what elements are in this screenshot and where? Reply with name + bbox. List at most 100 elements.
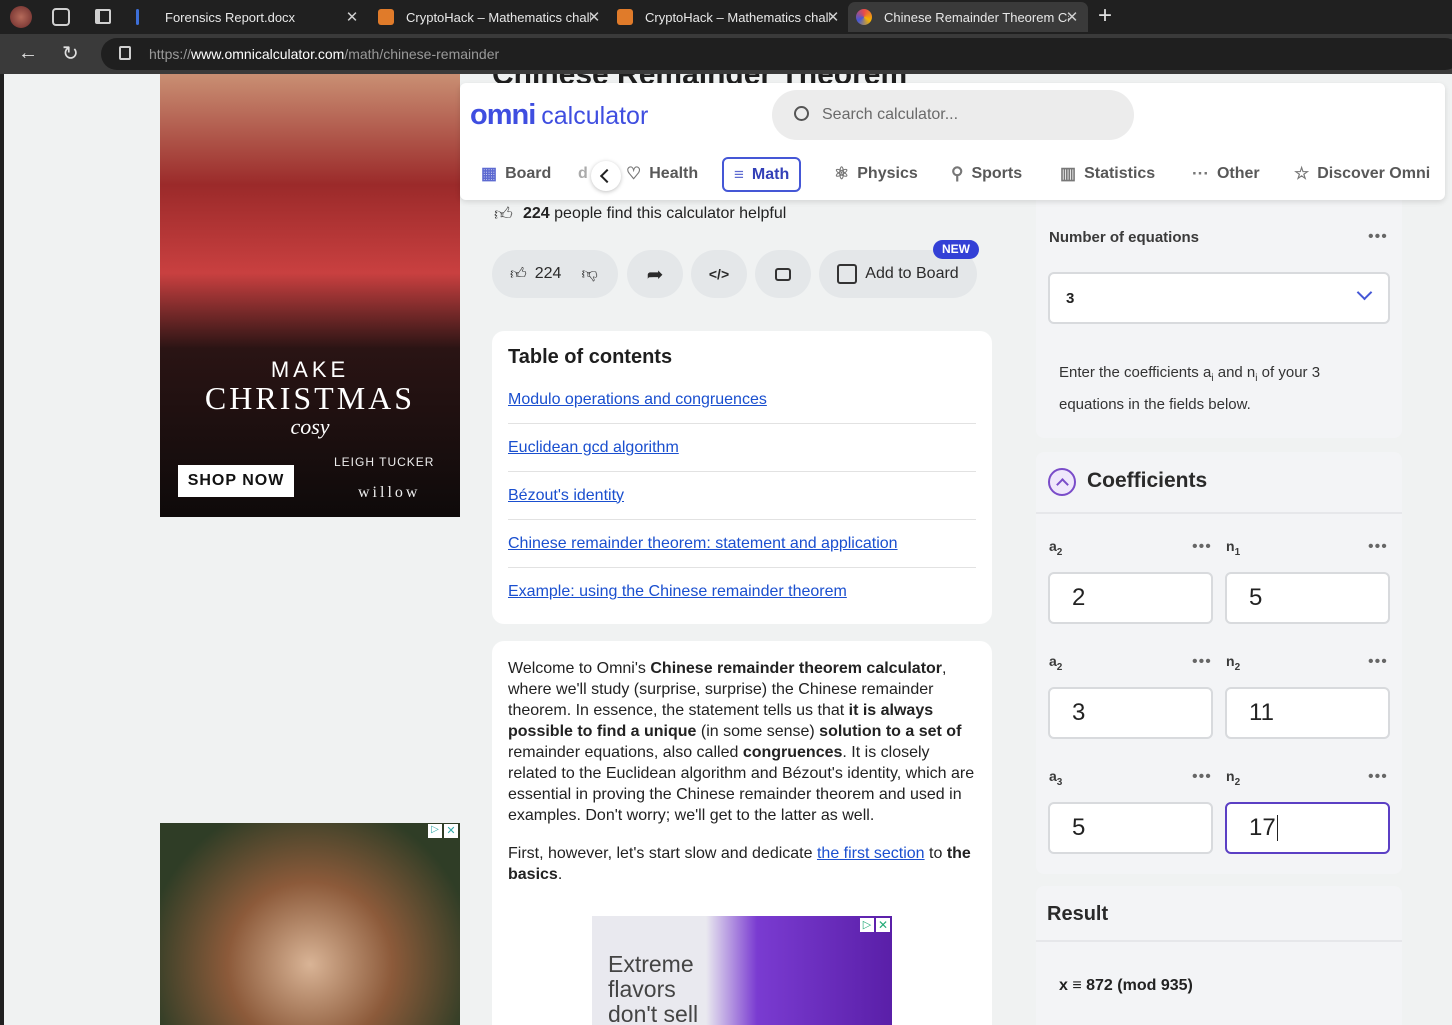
coefficients-card: Coefficients a2 ••• n1 ••• 2 5 a2 ••• n2… — [1036, 452, 1402, 874]
tab-chinese-remainder-active[interactable]: Chinese Remainder Theorem Calc ✕ — [848, 2, 1088, 32]
share-button[interactable]: ➦ — [627, 250, 683, 298]
share-icon: ➦ — [646, 263, 664, 286]
text: Enter the coefficients a — [1059, 364, 1212, 381]
profile-avatar[interactable] — [10, 6, 32, 28]
more-options-icon[interactable]: ••• — [1192, 768, 1212, 786]
toc-item: Chinese remainder theorem: statement and… — [508, 520, 976, 568]
ad-close-icon[interactable]: ✕ — [876, 918, 890, 932]
nav-label: Board — [505, 165, 552, 182]
workspaces-icon[interactable] — [52, 8, 70, 26]
nav-statistics[interactable]: ▥ Statistics — [1060, 156, 1155, 192]
nav-math[interactable]: ≡ Math — [722, 157, 802, 192]
n3-input[interactable]: 17 — [1225, 802, 1390, 854]
close-icon[interactable]: ✕ — [344, 8, 360, 26]
star-icon: ☆ — [1294, 164, 1310, 183]
toc-link-crt-statement[interactable]: Chinese remainder theorem: statement and… — [508, 535, 898, 553]
nav-discover-omni[interactable]: ☆ Discover Omni — [1294, 156, 1430, 192]
text: a — [1049, 768, 1057, 784]
thumbs-up-icon: 👍︎ — [494, 204, 513, 224]
browser-tab-bar: Forensics Report.docx ✕ CryptoHack – Mat… — [0, 0, 1452, 34]
divider — [1036, 940, 1402, 942]
nav-label: Physics — [857, 165, 918, 182]
field-value: 3 — [1072, 699, 1086, 726]
nav-sports[interactable]: ⚲ Sports — [951, 156, 1022, 192]
nav-label: Other — [1216, 165, 1260, 182]
bar-chart-icon: ▥ — [1060, 164, 1077, 183]
nav-board[interactable]: ▦ Board — [481, 156, 551, 192]
tab-cryptohack-1[interactable]: CryptoHack – Mathematics challe ✕ — [370, 2, 610, 32]
a3-input[interactable]: 5 — [1048, 802, 1213, 854]
cryptohack-favicon-icon — [617, 9, 633, 25]
vertical-tabs-icon[interactable] — [95, 9, 111, 24]
coefficients-title: Coefficients — [1087, 469, 1208, 492]
a2-input[interactable]: 3 — [1048, 687, 1213, 739]
like-button[interactable]: 👍︎ 224 — [510, 265, 561, 284]
text: 2 — [1056, 546, 1063, 558]
toc-link-example[interactable]: Example: using the Chinese remainder the… — [508, 583, 847, 601]
girl-ad[interactable]: ▷ ✕ — [160, 823, 460, 1025]
nav-partial-item[interactable]: d — [578, 156, 588, 192]
adchoices-icon[interactable]: ▷ — [860, 918, 874, 932]
comment-button[interactable] — [755, 250, 811, 298]
text: First, however, let's start slow and ded… — [508, 845, 817, 862]
more-options-icon[interactable]: ••• — [1192, 538, 1212, 556]
tab-label: CryptoHack – Mathematics challe — [645, 9, 830, 25]
more-options-icon[interactable]: ••• — [1368, 228, 1388, 246]
url-field[interactable]: https://www.omnicalculator.com/math/chin… — [101, 38, 1452, 70]
nav-label: Math — [751, 165, 790, 183]
toc-item: Bézout's identity — [508, 472, 976, 520]
toc-link-modulo[interactable]: Modulo operations and congruences — [508, 391, 767, 409]
more-options-icon[interactable]: ••• — [1368, 768, 1388, 786]
adchoices-icon[interactable]: ▷ — [428, 824, 442, 838]
a1-input[interactable]: 2 — [1048, 572, 1213, 624]
christmas-ad[interactable]: MAKE CHRISTMAS cosy SHOP NOW LEIGH TUCKE… — [160, 74, 460, 517]
text: and n — [1213, 364, 1256, 381]
search-input[interactable]: Search calculator... — [772, 90, 1134, 140]
tab-forensics-report[interactable]: Forensics Report.docx ✕ — [128, 2, 368, 32]
url-host: www.omnicalculator.com — [191, 46, 345, 62]
nav-physics[interactable]: ⚛ Physics — [834, 156, 918, 192]
url-path: /math/chinese-remainder — [344, 46, 500, 62]
result-title: Result — [1047, 903, 1109, 925]
a-label: a3 — [1049, 768, 1062, 788]
nav-label: Sports — [971, 165, 1023, 182]
refresh-icon[interactable]: ↻ — [62, 41, 79, 66]
n2-input[interactable]: 11 — [1225, 687, 1390, 739]
nav-label: Health — [649, 165, 699, 182]
toc-link-euclidean[interactable]: Euclidean gcd algorithm — [508, 439, 679, 457]
text: 2 — [1056, 661, 1063, 673]
math-icon: ≡ — [734, 164, 744, 184]
nav-other[interactable]: ··· Other — [1192, 156, 1260, 192]
atom-icon: ⚛ — [834, 164, 850, 183]
ad-cosy-text: cosy — [290, 414, 330, 439]
embed-button[interactable]: </> — [691, 250, 747, 298]
first-section-link[interactable]: the first section — [817, 845, 925, 862]
close-icon[interactable]: ✕ — [825, 8, 841, 26]
a-label: a2 — [1049, 653, 1062, 673]
more-options-icon[interactable]: ••• — [1368, 538, 1388, 556]
toc-link-bezout[interactable]: Bézout's identity — [508, 487, 624, 505]
ad-close-icon[interactable]: ✕ — [444, 824, 458, 838]
back-icon[interactable]: ← — [18, 42, 38, 65]
tab-label: Chinese Remainder Theorem Calc — [884, 9, 1069, 25]
nav-health[interactable]: ♡ Health — [626, 156, 698, 192]
text: to — [924, 845, 947, 862]
select-value: 3 — [1066, 289, 1075, 307]
n-label: n2 — [1226, 653, 1240, 673]
tab-cryptohack-2[interactable]: CryptoHack – Mathematics challe ✕ — [609, 2, 849, 32]
shop-now-button[interactable]: SHOP NOW — [178, 465, 294, 497]
close-icon[interactable]: ✕ — [586, 8, 602, 26]
close-icon[interactable]: ✕ — [1064, 8, 1080, 26]
collapse-coefficients-button[interactable] — [1048, 468, 1076, 496]
more-options-icon[interactable]: ••• — [1368, 653, 1388, 671]
scroll-left-button[interactable] — [591, 161, 621, 191]
comment-icon — [775, 267, 791, 281]
omni-logo[interactable]: omni calculator — [470, 99, 648, 132]
drink-ad[interactable]: Extreme flavors don't sell ▷ ✕ — [592, 916, 892, 1025]
num-equations-select[interactable]: 3 — [1048, 272, 1390, 324]
new-tab-icon[interactable]: + — [1098, 2, 1112, 30]
n1-input[interactable]: 5 — [1225, 572, 1390, 624]
text: . — [557, 866, 563, 883]
more-options-icon[interactable]: ••• — [1192, 653, 1212, 671]
dislike-button[interactable]: 👎︎ — [581, 265, 597, 284]
